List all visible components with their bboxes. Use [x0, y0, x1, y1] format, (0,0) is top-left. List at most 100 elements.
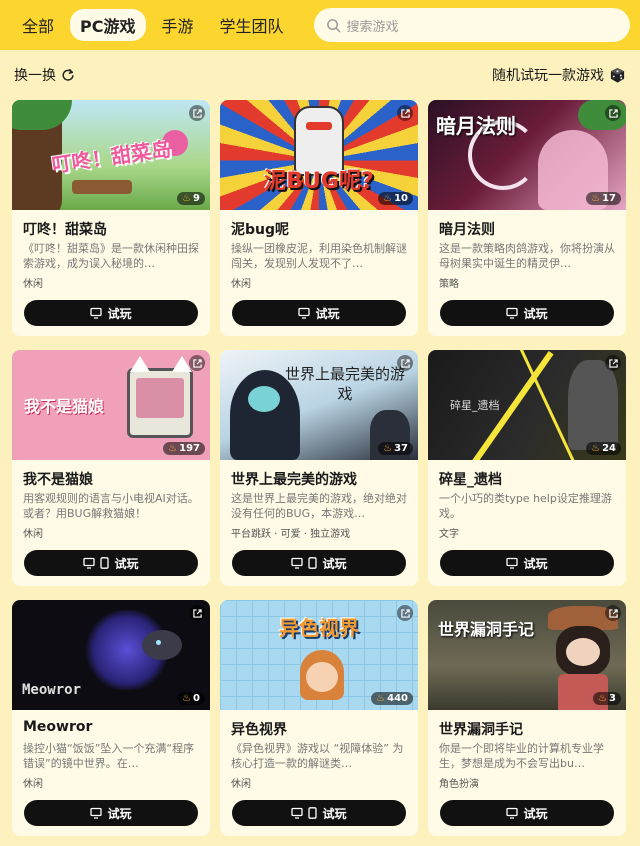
game-title: 世界漏洞手记	[439, 722, 523, 738]
game-description: 《异色视界》游戏以 “视障体验” 为核心打造一款的解谜类…	[231, 742, 404, 770]
heat-count: 0	[193, 693, 200, 704]
desktop-icon	[83, 557, 96, 569]
game-card[interactable]: 世界漏洞手记 ♨ 3 世界漏洞手记 你是一个即将毕业的计算机专业学生，梦想是成为不…	[428, 600, 626, 836]
game-tags: 休闲	[23, 279, 43, 290]
heat-count: 10	[394, 193, 408, 204]
search-placeholder: 搜索游戏	[346, 19, 399, 35]
play-button[interactable]: 试玩	[232, 550, 406, 576]
refresh-button[interactable]: 换一换	[14, 65, 75, 85]
game-card[interactable]: 我不是猫娘 ♨ 197 我不是猫娘 用客观规则的语言与小电视AI对话。或者？用BU…	[12, 350, 210, 586]
tab-student-teams[interactable]: 学生团队	[210, 9, 294, 41]
game-thumbnail: 叮咚！甜菜岛 ♨ 9	[12, 100, 210, 210]
game-thumbnail: 碎星_遗档 ♨ 24	[428, 350, 626, 460]
share-icon[interactable]	[605, 105, 621, 121]
play-button[interactable]: 试玩	[232, 800, 406, 826]
share-icon[interactable]	[189, 355, 205, 371]
desktop-icon	[506, 557, 519, 569]
share-icon[interactable]	[605, 355, 621, 371]
heat-count: 17	[602, 193, 616, 204]
game-tags: 文字	[439, 529, 459, 540]
game-tags: 休闲	[23, 779, 43, 790]
game-title: 泥bug呢	[231, 222, 290, 238]
game-thumbnail: 暗月法则 ♨ 17	[428, 100, 626, 210]
game-title: 暗月法则	[439, 222, 495, 238]
game-tags: 休闲	[23, 529, 43, 540]
game-description: 这是世界上最完美的游戏，绝对绝对没有任何的BUG，本游戏…	[231, 492, 407, 520]
flame-icon: ♨	[376, 693, 386, 704]
game-tags: 平台跳跃 · 可爱 · 独立游戏	[231, 529, 351, 540]
flame-icon: ♨	[598, 693, 608, 704]
game-thumbnail: 我不是猫娘 ♨ 197	[12, 350, 210, 460]
game-title: 世界上最完美的游戏	[231, 472, 357, 488]
random-play-label: 随机试玩一款游戏	[492, 68, 604, 84]
play-label: 试玩	[523, 806, 548, 821]
game-card[interactable]: 泥BUG呢? ♨ 10 泥bug呢 操纵一团橡皮泥，利用染色机制解谜闯关，发现别人…	[220, 100, 418, 336]
play-button[interactable]: 试玩	[440, 300, 614, 326]
game-description: 操纵一团橡皮泥，利用染色机制解谜闯关，发现别人发现不了…	[231, 242, 407, 270]
game-tags: 休闲	[231, 279, 251, 290]
heat-count: 37	[394, 443, 408, 454]
heat-count: 24	[602, 443, 616, 454]
mobile-icon	[308, 807, 318, 819]
share-icon[interactable]	[189, 105, 205, 121]
play-label: 试玩	[107, 806, 132, 821]
desktop-icon	[291, 557, 304, 569]
share-icon[interactable]	[397, 605, 413, 621]
flame-icon: ♨	[182, 693, 192, 704]
share-icon[interactable]	[397, 355, 413, 371]
game-description: 操控小猫“饭饭”坠入一个充满“程序错误”的镜中世界。在…	[23, 742, 195, 770]
heat-count: 3	[609, 693, 616, 704]
tab-mobile-games[interactable]: 手游	[152, 9, 204, 41]
play-label: 试玩	[523, 556, 548, 571]
tab-all[interactable]: 全部	[12, 9, 64, 41]
game-description: 这是一款策略肉鸽游戏，你将扮演从母树果实中诞生的精灵伊…	[439, 242, 615, 270]
game-title: 碎星_遗档	[439, 472, 502, 488]
desktop-icon	[291, 807, 304, 819]
heat-count: 197	[179, 443, 200, 454]
play-button[interactable]: 试玩	[24, 300, 198, 326]
play-button[interactable]: 试玩	[24, 800, 198, 826]
game-grid: 叮咚！甜菜岛 ♨ 9 叮咚！甜菜岛 《叮咚！甜菜岛》是一款休闲种田探索游戏，成为误…	[0, 100, 640, 836]
game-card[interactable]: 异色视界 ♨ 440 异色视界 《异色视界》游戏以 “视障体验” 为核心打造一款的…	[220, 600, 418, 836]
flame-icon: ♨	[182, 193, 192, 204]
play-button[interactable]: 试玩	[232, 300, 406, 326]
heat-badge: ♨ 17	[586, 192, 621, 205]
share-icon[interactable]	[605, 605, 621, 621]
top-bar: 全部 PC游戏 手游 学生团队 搜索游戏	[0, 0, 640, 50]
share-icon[interactable]	[189, 605, 205, 621]
game-description: 《叮咚！甜菜岛》是一款休闲种田探索游戏，成为误入秘境的…	[23, 242, 199, 270]
heat-count: 9	[193, 193, 200, 204]
share-icon[interactable]	[397, 105, 413, 121]
desktop-icon	[90, 307, 103, 319]
game-description: 用客观规则的语言与小电视AI对话。或者？用BUG解救猫娘！	[23, 492, 199, 520]
tab-pc-games[interactable]: PC游戏	[70, 9, 146, 41]
game-thumbnail: 世界漏洞手记 ♨ 3	[428, 600, 626, 710]
game-title: Meowror	[23, 719, 93, 735]
game-thumbnail: 泥BUG呢? ♨ 10	[220, 100, 418, 210]
heat-badge: ♨ 37	[378, 442, 413, 455]
random-play-button[interactable]: 随机试玩一款游戏	[492, 65, 626, 85]
play-label: 试玩	[107, 306, 132, 321]
heat-count: 440	[387, 693, 408, 704]
search-input[interactable]: 搜索游戏	[313, 8, 630, 42]
game-card[interactable]: 世界上最完美的游戏 ♨ 37 世界上最完美的游戏 这是世界上最完美的游戏，绝对绝对…	[220, 350, 418, 586]
play-button[interactable]: 试玩	[440, 550, 614, 576]
flame-icon: ♨	[383, 193, 393, 204]
game-tags: 休闲	[231, 779, 251, 790]
heat-badge: ♨ 440	[371, 692, 413, 705]
game-title: 叮咚！甜菜岛	[23, 222, 107, 238]
play-label: 试玩	[315, 306, 340, 321]
desktop-icon	[298, 307, 311, 319]
heat-badge: ♨ 9	[177, 192, 205, 205]
flame-icon: ♨	[168, 443, 178, 454]
play-button[interactable]: 试玩	[24, 550, 198, 576]
play-button[interactable]: 试玩	[440, 800, 614, 826]
sub-bar: 换一换 随机试玩一款游戏	[0, 50, 640, 100]
game-card[interactable]: 暗月法则 ♨ 17 暗月法则 这是一款策略肉鸽游戏，你将扮演从母树果实中诞生的精灵…	[428, 100, 626, 336]
game-card[interactable]: Meowror ♨ 0 Meowror 操控小猫“饭饭”坠入一个充满“程序错误”的…	[12, 600, 210, 836]
game-card[interactable]: 叮咚！甜菜岛 ♨ 9 叮咚！甜菜岛 《叮咚！甜菜岛》是一款休闲种田探索游戏，成为误…	[12, 100, 210, 336]
refresh-icon	[62, 68, 74, 81]
game-card[interactable]: 碎星_遗档 ♨ 24 碎星_遗档 一个小巧的类type help设定推理游戏。 文…	[428, 350, 626, 586]
game-thumbnail: Meowror ♨ 0	[12, 600, 210, 710]
game-thumbnail: 世界上最完美的游戏 ♨ 37	[220, 350, 418, 460]
